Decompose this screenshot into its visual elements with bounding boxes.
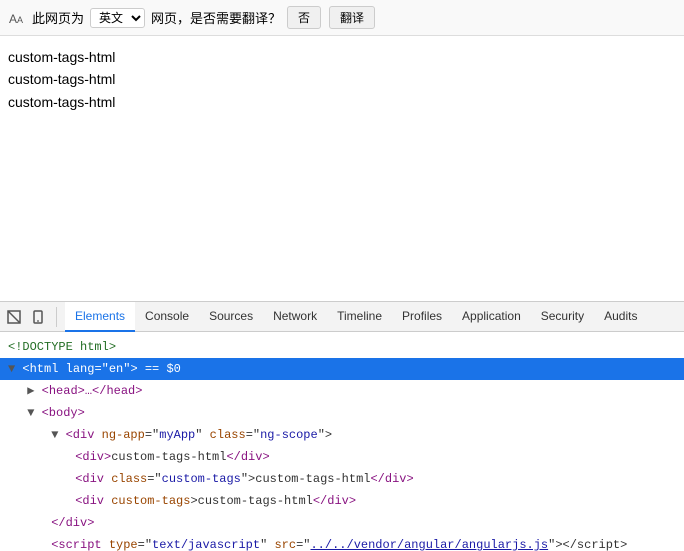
mobile-device-icon[interactable] (28, 307, 48, 327)
svg-text:A: A (9, 12, 17, 26)
dom-script1[interactable]: <script type="text/javascript" src="../.… (0, 534, 684, 551)
expand-arrow-head[interactable]: ▶ (27, 384, 34, 398)
tab-elements[interactable]: Elements (65, 302, 135, 332)
dom-body-open[interactable]: ▼ <body> (0, 402, 684, 424)
translate-yes-button[interactable]: 翻译 (329, 6, 375, 29)
translation-bar: A A 此网页为 英文 网页，是否需要翻译？ 否 翻译 (0, 0, 684, 36)
script1-src[interactable]: ../../vendor/angular/angularjs.js (310, 538, 548, 551)
dom-div-custom3[interactable]: <div custom-tags>custom-tags-html</div> (0, 490, 684, 512)
tab-security[interactable]: Security (531, 302, 594, 332)
inspect-element-icon[interactable] (4, 307, 24, 327)
translate-prompt: 网页，是否需要翻译？ (151, 8, 281, 27)
lang-value: en (109, 362, 123, 376)
dom-div-custom2[interactable]: <div class="custom-tags">custom-tags-htm… (0, 468, 684, 490)
tab-profiles[interactable]: Profiles (392, 302, 452, 332)
doctype-text: <!DOCTYPE html> (8, 340, 116, 354)
expand-arrow-ngapp[interactable]: ▼ (51, 428, 58, 442)
language-select[interactable]: 英文 (90, 8, 145, 28)
translate-icon: A A (8, 10, 26, 26)
tab-sources[interactable]: Sources (199, 302, 263, 332)
devtools-panel: Elements Console Sources Network Timelin… (0, 301, 684, 551)
tab-application[interactable]: Application (452, 302, 531, 332)
content-line-1: custom-tags-html (8, 46, 676, 68)
tab-network[interactable]: Network (263, 302, 327, 332)
devtools-icons (4, 307, 57, 327)
dom-div-ngapp[interactable]: ▼ <div ng-app="myApp" class="ng-scope"> (0, 424, 684, 446)
tab-console[interactable]: Console (135, 302, 199, 332)
dollar-ref: == $0 (145, 362, 181, 376)
translate-no-button[interactable]: 否 (287, 6, 321, 29)
content-line-2: custom-tags-html (8, 68, 676, 90)
svg-text:A: A (17, 15, 23, 25)
dom-doctype[interactable]: <!DOCTYPE html> (0, 336, 684, 358)
dom-html-open[interactable]: ▼ <html lang="en"> == $0 (0, 358, 684, 380)
lang-attr: lang (66, 362, 95, 376)
source-lang-label: 此网页为 (32, 8, 84, 27)
devtools-tabs: Elements Console Sources Network Timelin… (65, 302, 647, 332)
tab-timeline[interactable]: Timeline (327, 302, 392, 332)
tab-audits[interactable]: Audits (594, 302, 647, 332)
dom-div-custom1[interactable]: <div>custom-tags-html</div> (0, 446, 684, 468)
page-content: custom-tags-html custom-tags-html custom… (0, 36, 684, 256)
dom-div-close[interactable]: </div> (0, 512, 684, 534)
dom-tree: <!DOCTYPE html> ▼ <html lang="en"> == $0… (0, 332, 684, 551)
content-line-3: custom-tags-html (8, 91, 676, 113)
html-tag: <html (22, 362, 65, 376)
expand-arrow-body[interactable]: ▼ (27, 406, 34, 420)
devtools-toolbar: Elements Console Sources Network Timelin… (0, 302, 684, 332)
expand-arrow-html[interactable]: ▼ (8, 362, 15, 376)
dom-head[interactable]: ▶ <head>…</head> (0, 380, 684, 402)
